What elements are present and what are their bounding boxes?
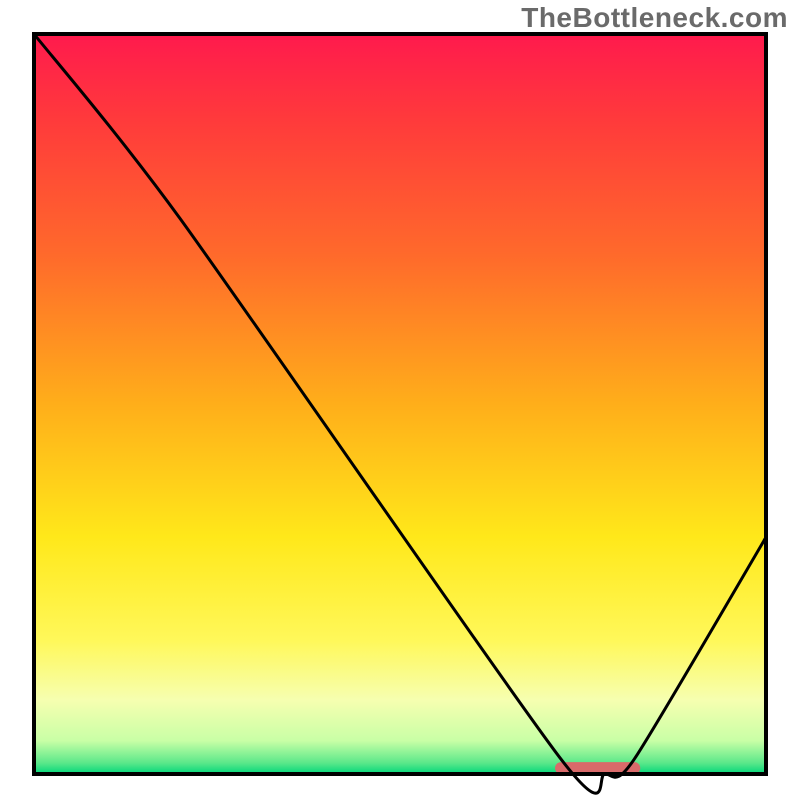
- bottleneck-chart: [0, 0, 800, 800]
- watermark-label: TheBottleneck.com: [521, 2, 788, 34]
- plot-background: [34, 34, 766, 774]
- chart-frame: TheBottleneck.com: [0, 0, 800, 800]
